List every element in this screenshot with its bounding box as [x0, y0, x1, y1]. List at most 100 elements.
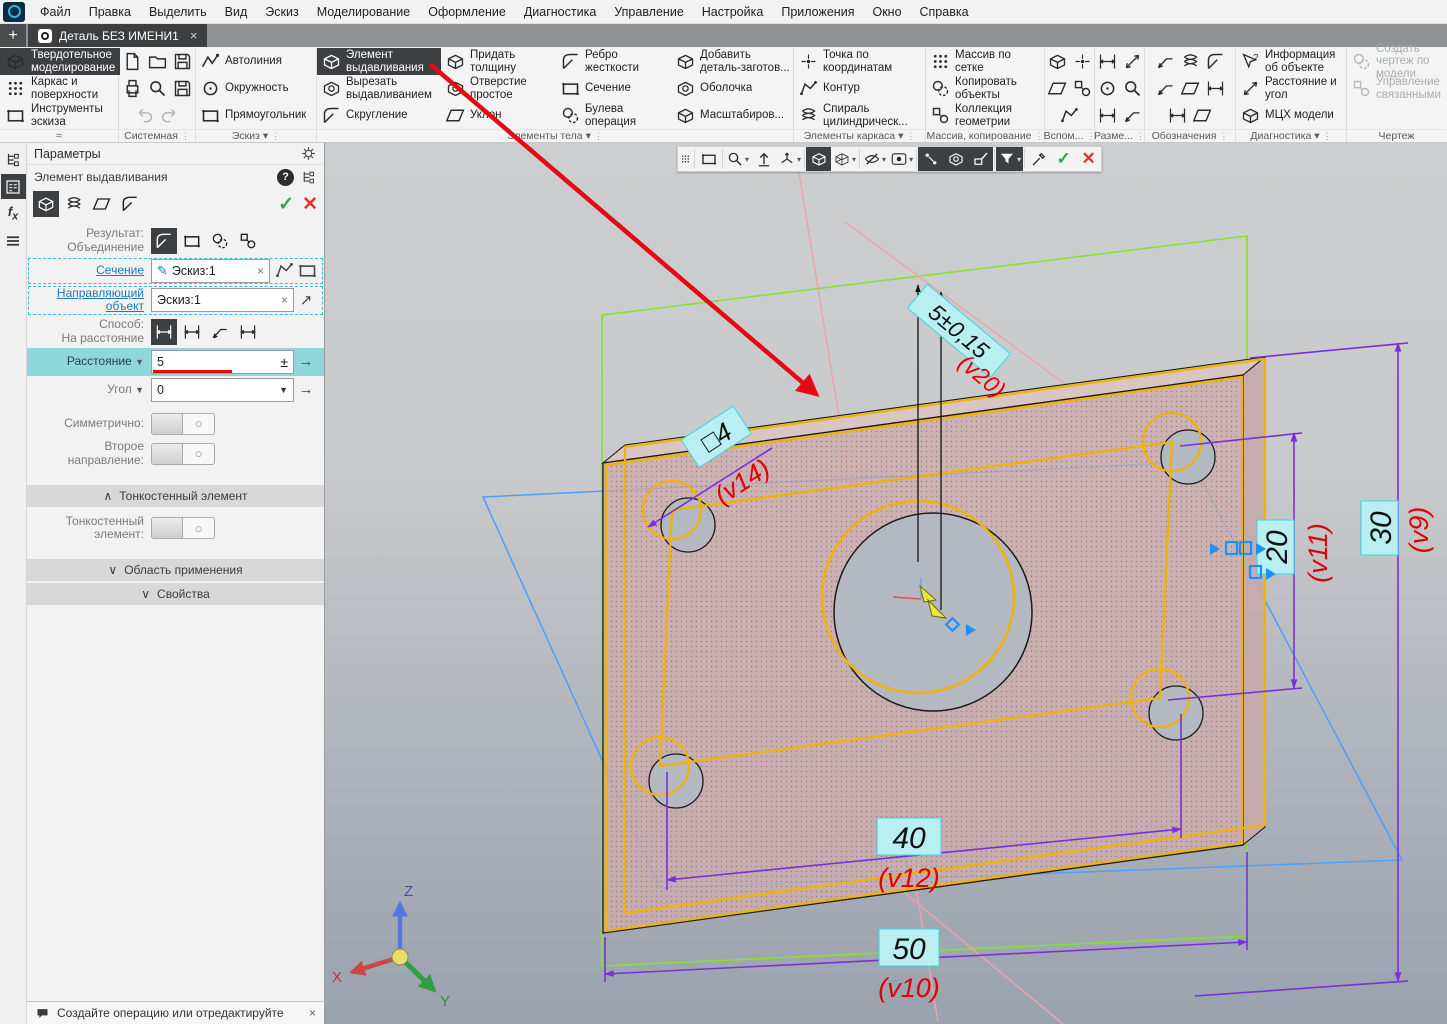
- frame-elements-footer[interactable]: Элементы каркаса ▾ ⋮: [794, 129, 925, 142]
- thin-wall-section-header[interactable]: ∧ Тонкостенный элемент: [27, 485, 324, 508]
- dim-label-30[interactable]: 30: [1360, 500, 1399, 556]
- tab-close-icon[interactable]: ×: [190, 28, 198, 43]
- dim-diameter-icon[interactable]: [1122, 78, 1143, 99]
- btn-cut-extrude[interactable]: Вырезать выдавливанием: [317, 75, 441, 102]
- result-union-icon[interactable]: [151, 227, 177, 254]
- dim-angular-icon[interactable]: [1122, 51, 1143, 72]
- symmetric-toggle[interactable]: ○: [151, 412, 215, 435]
- btn-contour[interactable]: Контур: [794, 75, 925, 102]
- shaded-view-button[interactable]: [806, 147, 832, 171]
- aux-local-cs-icon[interactable]: [1072, 78, 1093, 99]
- filter-button[interactable]: ▾: [996, 147, 1024, 171]
- create-sketch-button[interactable]: [696, 147, 721, 171]
- btn-grid-array[interactable]: Массив по сетке: [926, 48, 1044, 75]
- clear-icon[interactable]: ×: [257, 264, 264, 278]
- display-mode-button[interactable]: ▾: [831, 147, 858, 171]
- cs-orientation-button[interactable]: ▾: [776, 147, 803, 171]
- preview-icon[interactable]: [147, 78, 168, 99]
- status-close-icon[interactable]: ×: [309, 1006, 316, 1020]
- thin-wall-toggle[interactable]: ○: [151, 517, 215, 540]
- mode-solid-modeling[interactable]: Твердотельное моделирование: [0, 48, 121, 75]
- notation-leader-icon[interactable]: [1155, 78, 1176, 99]
- open-document-icon[interactable]: [147, 51, 168, 72]
- dim-radial-icon[interactable]: [1097, 78, 1118, 99]
- btn-copy-objects[interactable]: Копировать объекты: [926, 75, 1044, 102]
- guide-object-link[interactable]: Направляющий объект: [57, 286, 144, 314]
- op-sweep-icon[interactable]: [89, 191, 115, 217]
- plate-right-face[interactable]: [1242, 355, 1266, 847]
- method-to-nearest-icon[interactable]: [235, 319, 261, 345]
- btn-draft[interactable]: Уклон: [441, 102, 556, 129]
- help-icon[interactable]: ?: [277, 168, 294, 186]
- op-revolve-icon[interactable]: [61, 191, 87, 217]
- method-to-object-icon[interactable]: [207, 319, 233, 345]
- menu-modeling[interactable]: Моделирование: [308, 2, 420, 22]
- dim-leader-icon[interactable]: [1122, 105, 1143, 126]
- result-new-body-icon[interactable]: [179, 228, 205, 254]
- direction-arrow-icon[interactable]: ↗: [294, 291, 318, 309]
- save-as-icon[interactable]: [172, 78, 193, 99]
- apply-direction-icon[interactable]: →: [294, 381, 318, 398]
- menu-settings[interactable]: Настройка: [693, 2, 773, 22]
- menu-window[interactable]: Окно: [863, 2, 910, 22]
- redo-icon[interactable]: [159, 105, 180, 126]
- print-icon[interactable]: [122, 78, 143, 99]
- menu-applications[interactable]: Приложения: [772, 2, 863, 22]
- dim-linear-icon[interactable]: [1097, 51, 1118, 72]
- aux-plane-icon[interactable]: [1047, 51, 1068, 72]
- apply-direction-icon[interactable]: →: [294, 353, 318, 370]
- btn-scale[interactable]: Масштабиров...: [671, 102, 794, 129]
- new-document-icon[interactable]: [122, 51, 143, 72]
- notation-position-icon[interactable]: [1205, 78, 1226, 99]
- btn-section[interactable]: Сечение: [556, 75, 671, 102]
- result-intersect-icon[interactable]: [235, 228, 261, 254]
- aux-line-icon[interactable]: [1059, 105, 1080, 126]
- btn-thicken[interactable]: Придать толщину: [441, 48, 556, 75]
- snap-settings-button[interactable]: [918, 147, 944, 171]
- btn-geometry-collection[interactable]: Коллекция геометрии: [926, 102, 1044, 129]
- btn-circle[interactable]: Окружность: [196, 75, 316, 102]
- result-subtract-icon[interactable]: [207, 228, 233, 254]
- btn-cylindrical-spiral[interactable]: Спираль цилиндрическ...: [794, 102, 925, 129]
- viewport-cancel-button[interactable]: ✕: [1076, 147, 1101, 171]
- second-direction-toggle[interactable]: ○: [151, 442, 215, 465]
- method-distance-icon[interactable]: [151, 318, 177, 345]
- eyedropper-button[interactable]: [1026, 147, 1051, 171]
- gear-icon[interactable]: [300, 145, 317, 162]
- confirm-icon[interactable]: ✓: [278, 193, 294, 216]
- dim-label-50[interactable]: 50: [878, 928, 940, 967]
- application-area-header[interactable]: ∨ Область применения: [27, 559, 324, 582]
- btn-extrude[interactable]: Элемент выдавливания: [317, 48, 441, 75]
- corner-hole-br[interactable]: [1148, 685, 1204, 741]
- btn-point-by-coords[interactable]: Точка по координатам: [794, 48, 925, 75]
- mode-wireframe-surfaces[interactable]: Каркас и поверхности: [0, 75, 120, 102]
- appearance-button[interactable]: [968, 147, 994, 171]
- btn-mass-properties[interactable]: МЦХ модели: [1236, 102, 1346, 129]
- aux-footer[interactable]: Вспом... ⋮: [1044, 129, 1095, 142]
- render-settings-button[interactable]: [943, 147, 969, 171]
- dim-label-40[interactable]: 40: [876, 817, 942, 856]
- dimensions-footer[interactable]: Разме... ⋮: [1094, 129, 1145, 142]
- btn-manage-linked[interactable]: Управление связанными: [1347, 75, 1446, 102]
- menu-help[interactable]: Справка: [911, 2, 978, 22]
- btn-rectangle[interactable]: Прямоугольник: [196, 102, 316, 129]
- variables-tab[interactable]: fx: [1, 201, 26, 226]
- menu-strip-tab[interactable]: [1, 228, 26, 253]
- section-field[interactable]: ✎ Эскиз:1 ×: [151, 258, 270, 283]
- op-loft-icon[interactable]: [117, 191, 143, 217]
- dim-var-v9[interactable]: (v9): [1404, 507, 1434, 554]
- model-tree-tab[interactable]: [1, 147, 26, 172]
- menu-file[interactable]: Файл: [31, 2, 80, 22]
- btn-boolean[interactable]: Булева операция: [556, 102, 671, 129]
- section-link[interactable]: Сечение: [96, 263, 144, 277]
- notation-base-icon[interactable]: [1167, 105, 1188, 126]
- btn-add-part-blank[interactable]: Добавить деталь-заготов...: [671, 48, 794, 75]
- toolbar-drag-handle[interactable]: [678, 147, 693, 171]
- feature-tree-icon[interactable]: [300, 169, 317, 186]
- aux-axis-icon[interactable]: [1072, 51, 1093, 72]
- notations-footer[interactable]: Обозначения ⋮: [1145, 129, 1235, 142]
- undo-icon[interactable]: [134, 105, 155, 126]
- sketch-edit-icon[interactable]: [297, 260, 318, 281]
- method-through-all-icon[interactable]: [179, 319, 205, 345]
- btn-shell[interactable]: Оболочка: [671, 75, 794, 102]
